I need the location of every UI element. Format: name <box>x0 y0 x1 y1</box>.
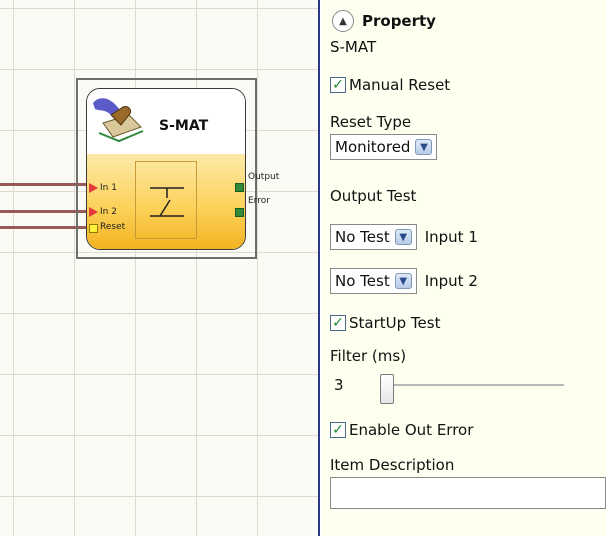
input-pin-icon[interactable] <box>89 183 98 193</box>
enable-out-error-label: Enable Out Error <box>349 421 474 439</box>
output-pin-icon[interactable] <box>235 183 244 192</box>
property-panel: ▲ Property S-MAT ✓ Manual Reset Reset Ty… <box>322 0 606 536</box>
pin-label-error: Error <box>248 196 270 206</box>
output-test-value-2: No Test <box>335 272 390 290</box>
output-test-label: Output Test <box>330 187 417 205</box>
s-mat-block[interactable]: S-MAT In 1 In 2 Reset <box>86 88 246 250</box>
input-1-label: Input 1 <box>424 228 478 246</box>
checkmark-icon[interactable]: ✓ <box>330 422 346 438</box>
filter-slider-thumb[interactable] <box>380 374 394 404</box>
enable-out-error-checkbox-row[interactable]: ✓ Enable Out Error <box>330 421 473 439</box>
component-name: S-MAT <box>330 38 377 56</box>
manual-reset-label: Manual Reset <box>349 76 451 94</box>
pin-label-in1: In 1 <box>100 183 117 193</box>
chevron-down-icon[interactable]: ▼ <box>415 139 433 155</box>
panel-title: Property <box>362 12 436 30</box>
safety-mat-icon <box>93 98 144 143</box>
contact-symbol <box>135 161 197 239</box>
startup-test-label: StartUp Test <box>349 314 441 332</box>
output-test-row-1: No Test ▼ Input 1 <box>330 224 478 250</box>
input-2-label: Input 2 <box>424 272 478 290</box>
output-test-row-2: No Test ▼ Input 2 <box>330 268 478 294</box>
checkmark-icon[interactable]: ✓ <box>330 315 346 331</box>
pin-label-in2: In 2 <box>100 207 117 217</box>
chevron-down-icon[interactable]: ▼ <box>394 229 412 245</box>
pin-label-reset: Reset <box>100 222 126 232</box>
filter-slider-track[interactable] <box>388 384 564 386</box>
item-description-input[interactable] <box>330 477 606 509</box>
reset-type-label: Reset Type <box>330 113 412 131</box>
output-test-select-2[interactable]: No Test ▼ <box>330 268 417 294</box>
startup-test-checkbox-row[interactable]: ✓ StartUp Test <box>330 314 440 332</box>
reset-type-value: Monitored <box>335 138 411 156</box>
block-title: S-MAT <box>159 118 209 134</box>
diagram-canvas[interactable]: S-MAT In 1 In 2 Reset Output Error <box>0 0 320 536</box>
chevron-down-icon[interactable]: ▼ <box>394 273 412 289</box>
output-test-select-1[interactable]: No Test ▼ <box>330 224 417 250</box>
reset-pin-icon[interactable] <box>89 224 98 233</box>
chevron-up-icon[interactable]: ▲ <box>332 10 354 32</box>
checkmark-icon[interactable]: ✓ <box>330 77 346 93</box>
pin-label-output: Output <box>248 172 280 182</box>
manual-reset-checkbox-row[interactable]: ✓ Manual Reset <box>330 76 450 94</box>
property-header: ▲ Property <box>332 10 436 32</box>
reset-type-select[interactable]: Monitored ▼ <box>330 134 438 160</box>
filter-label: Filter (ms) <box>330 347 407 365</box>
output-test-value-1: No Test <box>335 228 390 246</box>
item-description-label: Item Description <box>330 456 455 474</box>
error-pin-icon[interactable] <box>235 208 244 217</box>
filter-value: 3 <box>334 376 344 394</box>
reset-type-row: Monitored ▼ <box>330 134 438 160</box>
input-pin-icon[interactable] <box>89 207 98 217</box>
